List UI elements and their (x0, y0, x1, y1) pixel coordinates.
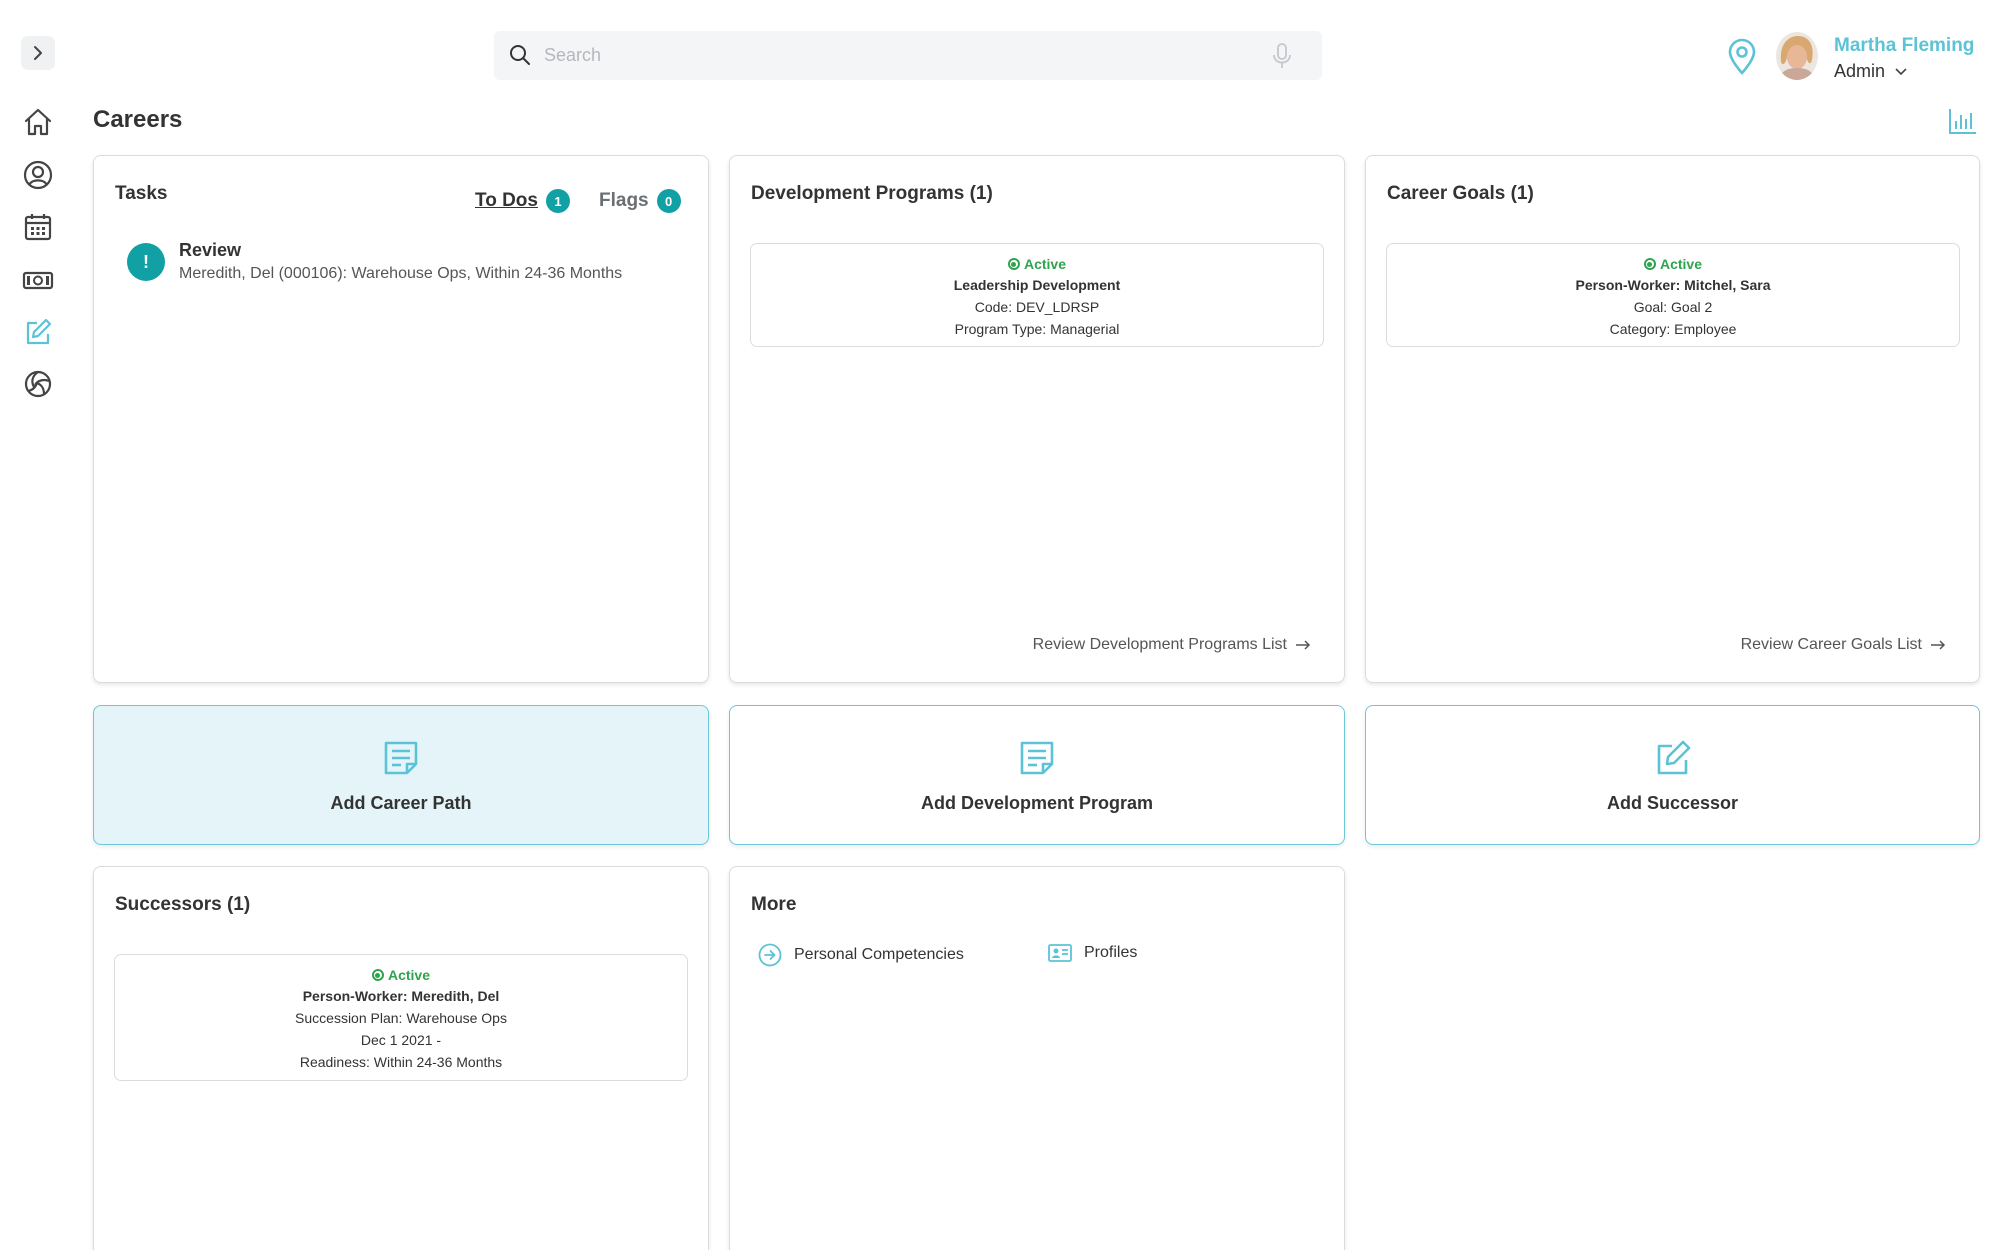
page-title: Careers (93, 106, 183, 133)
successors-title: Successors (1) (115, 894, 251, 915)
personal-competencies-link[interactable]: Personal Competencies (758, 943, 964, 967)
career-goals-card: Career Goals (1) Active Person-Worker: M… (1365, 155, 1980, 683)
review-development-programs-label: Review Development Programs List (1032, 636, 1287, 653)
user-circle-icon (23, 160, 53, 190)
tab-todos-label: To Dos (475, 190, 538, 211)
tab-todos[interactable]: To Dos 1 (475, 189, 570, 213)
tab-flags[interactable]: Flags 0 (599, 189, 681, 213)
user-role-label: Admin (1834, 61, 1886, 81)
edit-icon (1657, 740, 1690, 775)
note-icon (1020, 741, 1054, 775)
search-icon (510, 45, 530, 65)
development-program-item[interactable]: Active Leadership Development Code: DEV_… (750, 243, 1324, 347)
add-development-program-button[interactable]: Add Development Program (729, 705, 1345, 845)
profiles-link[interactable]: Profiles (1048, 943, 1137, 963)
nav-home[interactable] (21, 105, 55, 139)
search-input[interactable] (544, 39, 1244, 72)
status-badge: Active (115, 965, 687, 985)
task-title[interactable]: Review (179, 240, 241, 261)
program-name: Leadership Development (953, 277, 1121, 293)
edit-icon (26, 318, 52, 345)
arrow-right-icon (1296, 640, 1311, 650)
program-code: Code: DEV_LDRSP (974, 299, 1100, 315)
nav-calendar[interactable] (21, 210, 55, 244)
status-badge: Active (1387, 254, 1959, 274)
todos-count-badge: 1 (545, 189, 570, 213)
status-label: Active (387, 967, 431, 983)
search-bar (494, 31, 1322, 80)
user-name[interactable]: Martha Fleming (1834, 35, 1974, 57)
more-title: More (751, 894, 797, 915)
money-icon (22, 271, 54, 290)
successor-item[interactable]: Active Person-Worker: Meredith, Del Succ… (114, 954, 688, 1081)
arrow-circle-icon (758, 943, 782, 967)
career-goal-item[interactable]: Active Person-Worker: Mitchel, Sara Goal… (1386, 243, 1960, 347)
arrow-right-icon (1931, 640, 1946, 650)
sidebar-expand-button[interactable] (21, 36, 55, 70)
alert-icon: ! (127, 243, 165, 281)
flags-count-badge: 0 (656, 189, 681, 213)
program-type: Program Type: Managerial (954, 321, 1120, 337)
status-dot-icon (1643, 258, 1656, 270)
tasks-card: Tasks To Dos 1 Flags 0 ! Review Meredith… (93, 155, 709, 683)
personal-competencies-label: Personal Competencies (794, 946, 964, 963)
nav-payroll[interactable] (21, 263, 55, 297)
add-successor-button[interactable]: Add Successor (1365, 705, 1980, 845)
calendar-icon (24, 214, 52, 241)
nav-integrations[interactable] (21, 367, 55, 401)
successors-card: Successors (1) Active Person-Worker: Mer… (93, 866, 709, 1250)
status-badge: Active (751, 254, 1323, 274)
bar-chart-icon[interactable] (1948, 107, 1978, 135)
goal-worker: Person-Worker: Mitchel, Sara (1575, 277, 1771, 293)
succession-date: Dec 1 2021 - (360, 1032, 442, 1048)
aperture-icon (24, 370, 52, 398)
chevron-right-icon (34, 46, 42, 60)
successor-worker: Person-Worker: Meredith, Del (302, 988, 500, 1004)
id-card-icon (1048, 944, 1072, 962)
successor-readiness: Readiness: Within 24-36 Months (299, 1054, 503, 1070)
status-dot-icon (1007, 258, 1020, 270)
add-career-path-button[interactable]: Add Career Path (93, 705, 709, 845)
status-label: Active (1659, 256, 1703, 272)
home-icon (24, 108, 52, 136)
more-card: More Personal Competencies Profiles (729, 866, 1345, 1250)
add-development-program-label: Add Development Program (920, 793, 1154, 813)
add-career-path-label: Add Career Path (330, 793, 472, 813)
user-photo (1776, 32, 1818, 80)
location-pin-icon[interactable] (1726, 38, 1758, 76)
user-role-dropdown[interactable]: Admin (1834, 61, 1907, 82)
tasks-title: Tasks (115, 183, 168, 204)
review-career-goals-label: Review Career Goals List (1740, 636, 1922, 653)
chevron-down-icon (1895, 67, 1907, 75)
goal-category: Category: Employee (1609, 321, 1737, 337)
goal-name: Goal: Goal 2 (1633, 299, 1713, 315)
avatar[interactable] (1776, 32, 1818, 80)
nav-profile[interactable] (21, 158, 55, 192)
tab-flags-label: Flags (599, 190, 649, 211)
nav-careers[interactable] (21, 315, 55, 349)
profiles-label: Profiles (1084, 944, 1138, 961)
status-label: Active (1023, 256, 1067, 272)
development-programs-card: Development Programs (1) Active Leadersh… (729, 155, 1345, 683)
status-dot-icon (371, 969, 384, 981)
review-career-goals-link[interactable]: Review Career Goals List (1741, 636, 1946, 654)
sidebar (0, 0, 78, 1250)
development-programs-title: Development Programs (1) (751, 183, 993, 204)
succession-plan: Succession Plan: Warehouse Ops (295, 1010, 507, 1026)
add-successor-label: Add Successor (1606, 793, 1739, 813)
microphone-icon[interactable] (1271, 41, 1293, 71)
review-development-programs-link[interactable]: Review Development Programs List (1033, 636, 1311, 654)
note-icon (384, 741, 418, 775)
task-description: Meredith, Del (000106): Warehouse Ops, W… (179, 265, 623, 282)
career-goals-title: Career Goals (1) (1387, 183, 1534, 204)
